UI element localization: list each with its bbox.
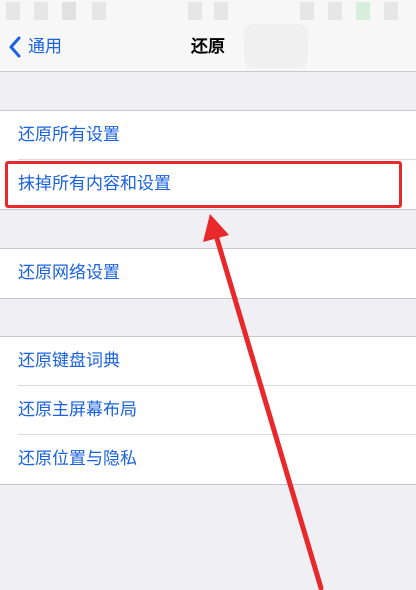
- reset-network-settings-label: 还原网络设置: [18, 263, 120, 283]
- reset-home-screen-layout-label: 还原主屏幕布局: [18, 400, 137, 420]
- reset-keyboard-dictionary-item[interactable]: 还原键盘词典: [0, 337, 416, 386]
- reset-all-settings-item[interactable]: 还原所有设置: [0, 111, 416, 160]
- navigation-bar: 通用 还原: [0, 24, 416, 72]
- reset-keyboard-dictionary-label: 还原键盘词典: [18, 351, 120, 371]
- blurred-status-content: [6, 2, 20, 20]
- reset-group-3: 还原键盘词典 还原主屏幕布局 还原位置与隐私: [0, 336, 416, 485]
- blurred-status-content: [188, 2, 202, 20]
- blurred-status-content: [62, 2, 76, 20]
- blurred-status-content: [384, 2, 398, 20]
- reset-group-1: 还原所有设置 抹掉所有内容和设置: [0, 110, 416, 210]
- blurred-status-content: [92, 2, 106, 20]
- blurred-status-content: [300, 2, 314, 20]
- reset-location-and-privacy-label: 还原位置与隐私: [18, 449, 137, 469]
- reset-location-and-privacy-item[interactable]: 还原位置与隐私: [0, 435, 416, 484]
- reset-network-settings-item[interactable]: 还原网络设置: [0, 249, 416, 298]
- reset-group-2: 还原网络设置: [0, 248, 416, 299]
- erase-all-content-and-settings-label: 抹掉所有内容和设置: [18, 174, 171, 194]
- page-title: 还原: [191, 37, 225, 57]
- reset-home-screen-layout-item[interactable]: 还原主屏幕布局: [0, 386, 416, 435]
- blurred-status-content: [214, 2, 228, 20]
- blurred-status-content: [328, 2, 342, 20]
- blurred-status-content: [34, 2, 48, 20]
- status-bar: [0, 0, 416, 24]
- erase-all-content-and-settings-item[interactable]: 抹掉所有内容和设置: [0, 160, 416, 209]
- reset-all-settings-label: 还原所有设置: [18, 125, 120, 145]
- blurred-status-content: [356, 2, 370, 20]
